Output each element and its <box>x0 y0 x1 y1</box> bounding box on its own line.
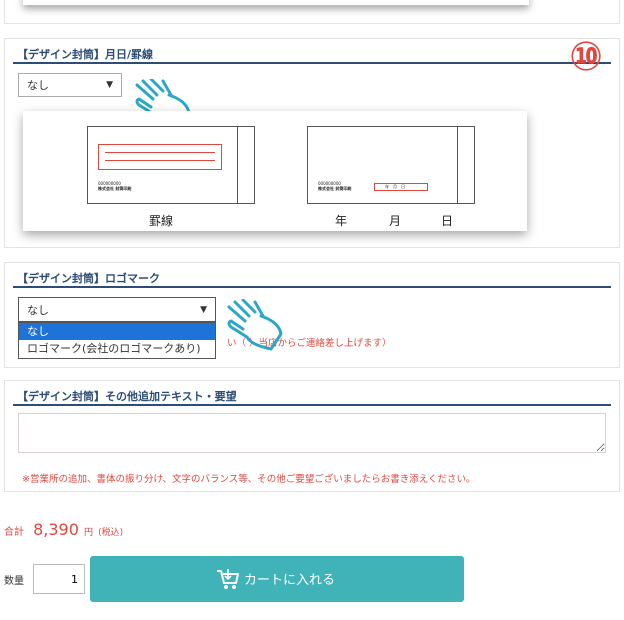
dropdown-arrow-icon: ▼ <box>106 80 113 90</box>
section-divider <box>13 404 611 406</box>
cart-button-label: カートに入れる <box>244 573 336 588</box>
envelope-date: 000000000 株式会社 封筒印刷 年 月 日 <box>307 126 475 204</box>
hand-pointer-icon <box>227 299 283 351</box>
envelope-text-line2: 株式会社 封筒印刷 <box>318 186 352 191</box>
quantity-label: 数量 <box>4 576 24 587</box>
step-marker: ⑩ <box>569 34 603 80</box>
select-value: なし <box>27 303 49 317</box>
date-box: 年 月 日 <box>374 183 428 191</box>
logo-mark-options: なし ロゴマーク(会社のロゴマークあり) <box>18 322 216 359</box>
section-other-text: 【デザイン封筒】その他追加テキスト・要望 ※営業所の追加、書体の振り分け、文字の… <box>4 380 620 492</box>
section-title: 【デザイン封筒】ロゴマーク <box>17 272 160 285</box>
add-to-cart-button[interactable]: カートに入れる <box>90 556 464 602</box>
select-value: なし <box>27 79 49 92</box>
previous-section-panel <box>4 0 620 24</box>
total-tax: (税込) <box>98 528 124 538</box>
section-title: 【デザイン封筒】その他追加テキスト・要望 <box>17 390 237 403</box>
section-month-day: 【デザイン封筒】月日/罫線 ⑩ なし ▼ 000000000 株式会社 封筒印刷… <box>4 34 620 248</box>
logo-mark-select[interactable]: なし ▼ <box>18 297 216 322</box>
envelope-flap <box>457 126 475 204</box>
other-text-textarea[interactable] <box>18 413 606 453</box>
option-logo-mark[interactable]: ロゴマーク(会社のロゴマークあり) <box>19 340 215 357</box>
total-label: 合計 <box>4 527 24 538</box>
total-price: 合計 8,390 円 (税込) <box>4 520 123 539</box>
previous-image-box <box>23 0 529 5</box>
envelope-preview-image: 000000000 株式会社 封筒印刷 罫線 000000000 株式会社 封筒… <box>23 111 527 231</box>
envelope-ruled-line: 000000000 株式会社 封筒印刷 <box>87 126 255 204</box>
section-divider <box>13 286 611 288</box>
total-unit: 円 <box>84 528 94 538</box>
month-day-select[interactable]: なし ▼ <box>18 73 122 97</box>
caption-day: 日 <box>441 214 454 228</box>
section-title: 【デザイン封筒】月日/罫線 <box>17 48 154 61</box>
envelope-text-line2: 株式会社 封筒印刷 <box>98 186 132 191</box>
envelope-flap <box>237 126 255 204</box>
cart-icon <box>217 569 239 589</box>
section-divider <box>13 62 611 64</box>
caption-year: 年 <box>335 214 348 228</box>
option-none[interactable]: なし <box>19 323 215 340</box>
total-amount: 8,390 <box>33 520 79 539</box>
ruled-line-box <box>98 144 222 170</box>
dropdown-arrow-icon: ▼ <box>200 304 207 315</box>
caption-month: 月 <box>389 214 402 228</box>
caption-ruled-line: 罫線 <box>149 214 174 228</box>
section-logo-mark: 【デザイン封筒】ロゴマーク なし ▼ なし ロゴマーク(会社のロゴマークあり) … <box>4 262 620 368</box>
quantity-input[interactable] <box>33 564 85 594</box>
other-text-note: ※営業所の追加、書体の振り分け、文字のバランス等、その他ご要望ございましたらお書… <box>22 474 476 485</box>
